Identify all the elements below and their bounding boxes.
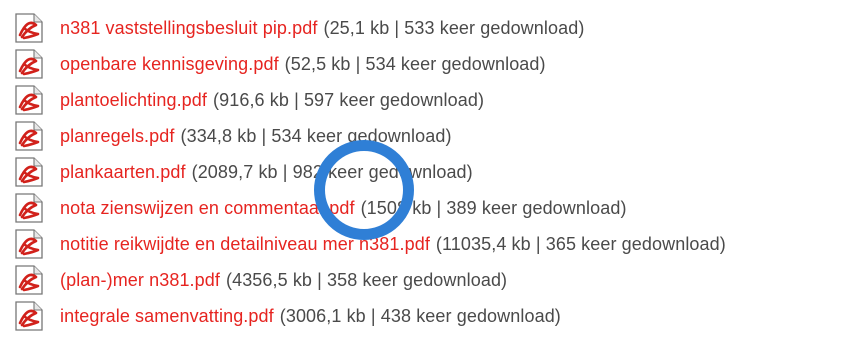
- file-meta: (11035,4 kb | 365 keer gedownload): [435, 233, 726, 254]
- download-list: n381 vaststellingsbesluit pip.pdf (25,1 …: [12, 10, 726, 334]
- file-link[interactable]: n381 vaststellingsbesluit pip.pdf: [60, 18, 317, 39]
- list-item: plantoelichting.pdf (916,6 kb | 597 keer…: [12, 82, 726, 118]
- file-link[interactable]: openbare kennisgeving.pdf: [60, 54, 279, 75]
- pdf-icon[interactable]: [12, 157, 46, 187]
- pdf-icon[interactable]: [12, 121, 46, 151]
- file-meta: (2089,7 kb | 982 keer gedownload): [191, 161, 473, 182]
- list-item: planregels.pdf (334,8 kb | 534 keer gedo…: [12, 118, 726, 154]
- list-item: plankaarten.pdf (2089,7 kb | 982 keer ge…: [12, 154, 726, 190]
- file-link[interactable]: notitie reikwijdte en detailniveau mer n…: [60, 234, 430, 255]
- list-item: notitie reikwijdte en detailniveau mer n…: [12, 226, 726, 262]
- file-meta: (4356,5 kb | 358 keer gedownload): [225, 269, 508, 290]
- pdf-icon[interactable]: [12, 49, 46, 79]
- list-item: integrale samenvatting.pdf (3006,1 kb | …: [12, 298, 726, 334]
- pdf-icon[interactable]: [12, 265, 46, 295]
- file-link[interactable]: integrale samenvatting.pdf: [60, 306, 274, 327]
- pdf-icon[interactable]: [12, 85, 46, 115]
- file-link[interactable]: plantoelichting.pdf: [60, 90, 207, 111]
- list-item: nota zienswijzen en commentaar.pdf (1508…: [12, 190, 726, 226]
- list-item: (plan-)mer n381.pdf (4356,5 kb | 358 kee…: [12, 262, 726, 298]
- pdf-icon[interactable]: [12, 229, 46, 259]
- pdf-icon[interactable]: [12, 193, 46, 223]
- list-item: n381 vaststellingsbesluit pip.pdf (25,1 …: [12, 10, 726, 46]
- file-meta: (916,6 kb | 597 keer gedownload): [213, 89, 485, 110]
- file-meta: (52,5 kb | 534 keer gedownload): [284, 53, 546, 74]
- pdf-icon[interactable]: [12, 13, 46, 43]
- pdf-icon[interactable]: [12, 301, 46, 331]
- file-meta: (334,8 kb | 534 keer gedownload): [180, 125, 452, 146]
- file-meta: (3006,1 kb | 438 keer gedownload): [279, 305, 561, 326]
- file-meta: (1508 kb | 389 keer gedownload): [360, 197, 627, 218]
- file-link[interactable]: planregels.pdf: [60, 126, 174, 147]
- file-link[interactable]: nota zienswijzen en commentaar.pdf: [60, 198, 355, 219]
- file-link[interactable]: plankaarten.pdf: [60, 162, 186, 183]
- list-item: openbare kennisgeving.pdf (52,5 kb | 534…: [12, 46, 726, 82]
- file-link[interactable]: (plan-)mer n381.pdf: [60, 270, 220, 291]
- file-meta: (25,1 kb | 533 keer gedownload): [323, 17, 585, 38]
